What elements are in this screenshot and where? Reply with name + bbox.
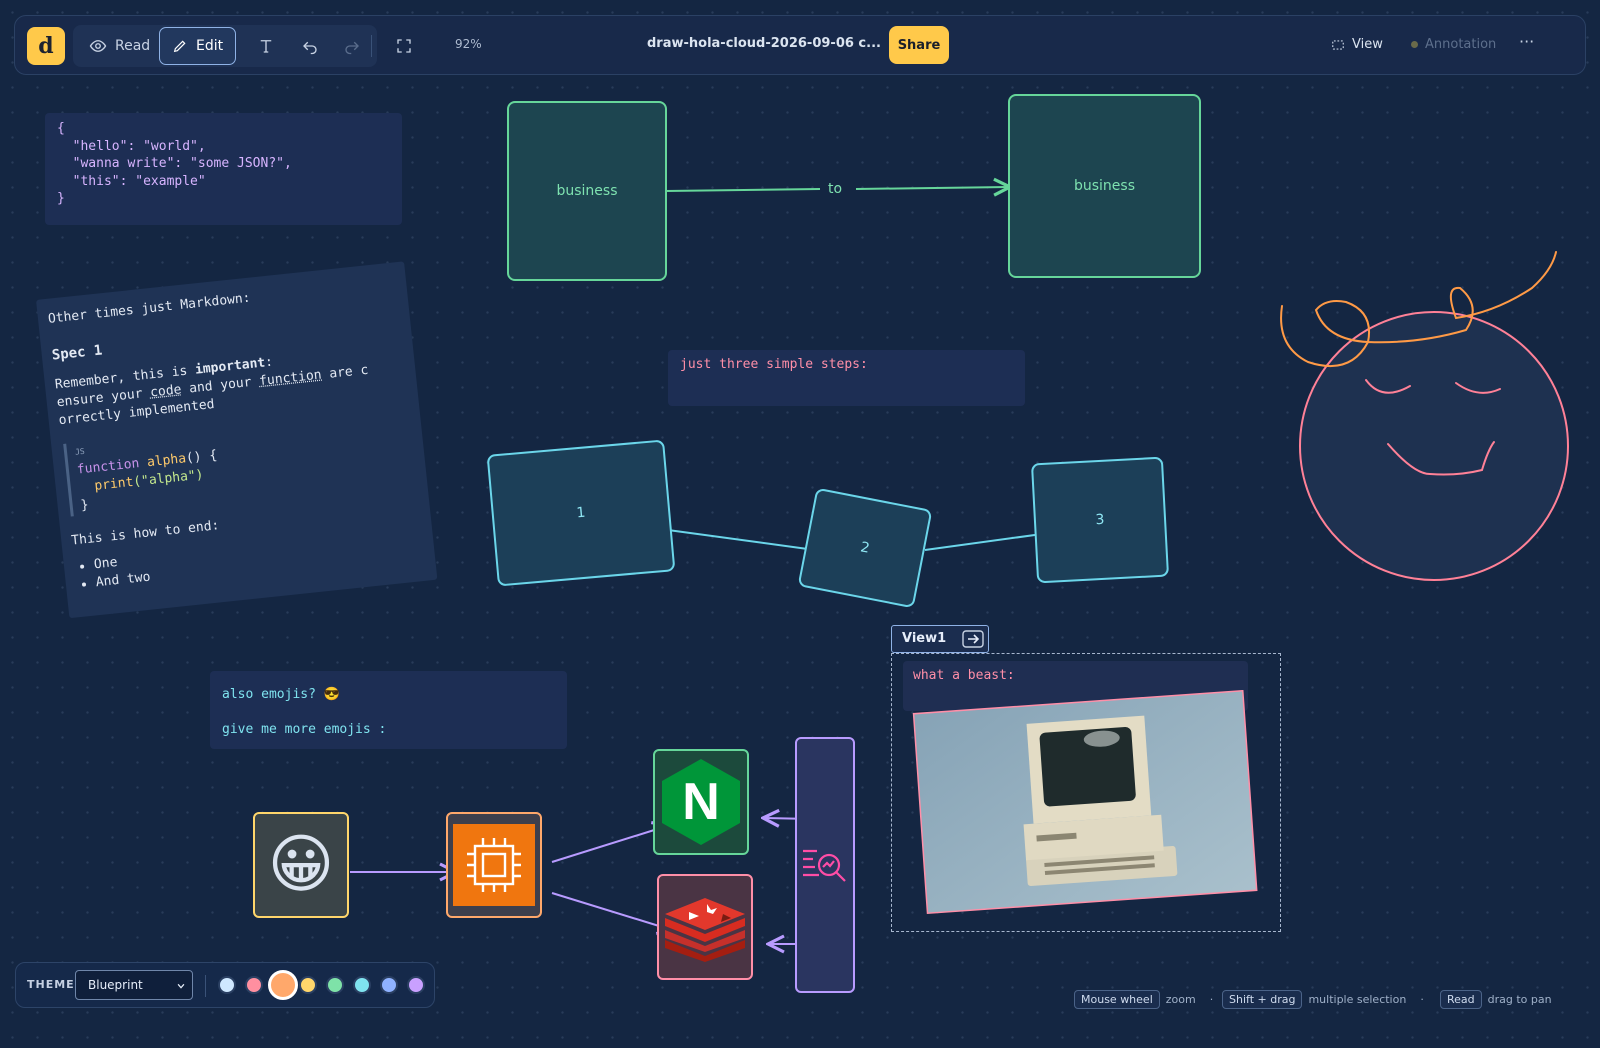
business-node-right[interactable]: business [1008,94,1201,278]
step-1-node[interactable]: 1 [486,439,676,587]
color-swatch[interactable] [218,976,236,994]
redis-logo-icon [665,898,745,962]
retro-computer-image[interactable] [910,690,1280,920]
node-label: 2 [859,539,871,557]
compute-to-nginx-arrow [551,826,667,863]
step1-to-step2-line [667,529,816,551]
step-3-node[interactable]: 3 [1030,456,1170,584]
hint-key: Read [1440,990,1482,1009]
json-line: { [57,121,65,136]
color-swatch[interactable] [407,976,425,994]
step2-to-step3-line [924,533,1043,551]
hint-key: Mouse wheel [1074,990,1160,1009]
json-line: "hello": "world", [57,138,206,154]
steps-text-block[interactable]: just three simple steps: [668,350,1025,406]
hint-pan: Read drag to pan [1440,990,1552,1009]
chevron-down-icon [177,983,185,989]
json-line: "this": "example" [57,173,206,189]
business-arrow-start [665,188,821,192]
business-arrow-end [855,187,1008,189]
node-label: 1 [575,504,587,522]
node-label: 3 [1095,511,1105,529]
emoji-tile[interactable]: 😀 [253,812,349,918]
view-frame-tab[interactable]: View1 [891,625,989,653]
node-label: business [556,183,618,199]
emoji-line: give me more emojis : [222,722,387,737]
hint-text: drag to pan [1487,993,1552,1006]
hint-text: multiple selection [1308,993,1407,1006]
color-swatch-selected[interactable] [268,970,298,1000]
color-swatch[interactable] [380,976,398,994]
emoji-line: also emojis? 😎 [222,687,340,702]
theme-divider [205,975,206,997]
smiley-drawing [1280,251,1569,581]
emoji-text-block[interactable]: also emojis? 😎 give me more emojis : [210,671,567,749]
theme-select[interactable]: Blueprint [75,970,193,1000]
node-label: business [1073,178,1136,194]
redis-tile[interactable] [657,874,753,980]
queue-tile[interactable] [795,737,855,993]
view-frame-title: View1 [902,631,947,646]
color-swatch[interactable] [299,976,317,994]
nginx-logo-icon: N [662,759,740,845]
json-code-block[interactable]: { "hello": "world", "wanna write": "some… [45,113,402,225]
color-swatch[interactable] [353,976,371,994]
json-line: "wanna write": "some JSON?", [57,156,292,171]
color-swatch[interactable] [245,976,263,994]
hint-zoom: Mouse wheel zoom · [1074,990,1213,1009]
theme-selected: Blueprint [88,978,143,992]
theme-bar: THEME Blueprint [15,962,435,1008]
theme-label: THEME [27,978,75,991]
arrow-label: to [828,181,843,197]
cpu-chip-icon [453,824,535,906]
code-lang-label: JS [74,446,86,457]
nginx-tile[interactable]: N [653,749,749,855]
hint-key: Shift + drag [1222,990,1303,1009]
svg-text:N: N [682,773,720,831]
search-analytics-icon [803,849,846,882]
compute-tile[interactable] [446,812,542,918]
json-line: } [57,191,65,206]
color-swatch[interactable] [326,976,344,994]
arrow-right-icon[interactable] [962,630,984,648]
hint-text: zoom [1165,993,1196,1006]
compute-to-redis-arrow [551,892,672,930]
hint-multiselect: Shift + drag multiple selection · [1222,990,1424,1009]
business-node-left[interactable]: business [507,101,667,281]
markdown-card[interactable]: Other times just Markdown: Spec 1 Rememb… [36,261,438,619]
